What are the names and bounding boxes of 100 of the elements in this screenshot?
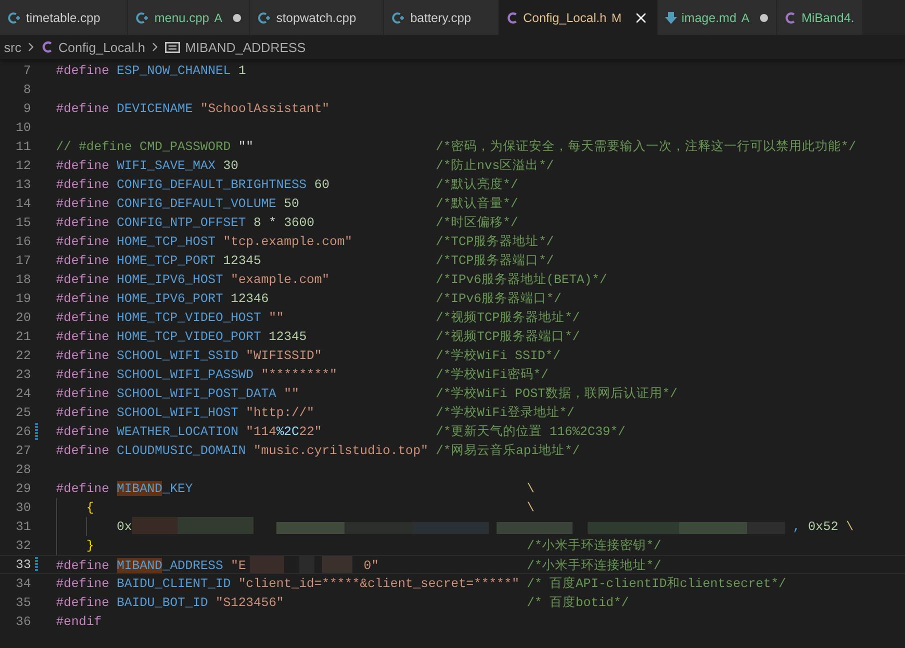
line-number: 17 bbox=[14, 252, 31, 270]
number-literal: 12346 bbox=[230, 291, 269, 306]
unsaved-dot-icon bbox=[233, 14, 242, 22]
code-comment: /*IPv6服务器地址(BETA)*/ bbox=[436, 272, 608, 287]
breadcrumb-item[interactable]: Config_Local.h bbox=[41, 40, 146, 54]
preprocessor-keyword: #define bbox=[56, 595, 110, 610]
macro-name: SCHOOL_WIFI_HOST bbox=[116, 405, 238, 420]
code-comment: /*学校WiFi SSID*/ bbox=[436, 348, 560, 363]
code-comment: /*TCP服务器端口*/ bbox=[436, 253, 554, 268]
preprocessor-keyword: #define bbox=[56, 234, 110, 249]
editor-tab[interactable]: menu.cpp A bbox=[128, 0, 250, 35]
code-comment: /*视频TCP服务器端口*/ bbox=[436, 329, 580, 344]
string-literal: "********" bbox=[261, 367, 338, 382]
number-literal: 12345 bbox=[268, 329, 307, 344]
macro-name: _KEY bbox=[162, 481, 193, 496]
tab-label: stopwatch.cpp bbox=[276, 10, 356, 24]
string-literal: "client_id=*****&client_secret=*****" bbox=[238, 576, 520, 591]
macro-name: HOME_TCP_VIDEO_HOST bbox=[116, 310, 262, 325]
number-literal: 0x52 bbox=[808, 519, 838, 534]
string-literal: "music.cyrilstudio.top" bbox=[254, 443, 428, 458]
code-comment: /*小米手环连接地址*/ bbox=[526, 558, 662, 573]
code-comment: /* 百度botid*/ bbox=[526, 595, 629, 610]
preprocessor-keyword: #define bbox=[56, 215, 110, 230]
tab-label: menu.cpp bbox=[154, 10, 210, 24]
number-literal: 3600 bbox=[284, 215, 314, 230]
cpp-file-icon bbox=[7, 10, 21, 24]
download-arrow-icon bbox=[664, 10, 677, 24]
tab-label: battery.cpp bbox=[410, 10, 472, 24]
code-comment: /*学校WiFi密码*/ bbox=[436, 367, 548, 382]
macro-name: SCHOOL_WIFI_PASSWD bbox=[116, 367, 254, 382]
macro-name: WIFI_SAVE_MAX bbox=[116, 158, 216, 173]
unsaved-dot-icon bbox=[760, 14, 768, 22]
macro-name: BAIDU_BOT_ID bbox=[116, 595, 208, 610]
string-literal: "114 bbox=[246, 424, 276, 439]
code-comment: /*默认音量*/ bbox=[436, 196, 518, 211]
line-continuation: \ bbox=[526, 481, 534, 496]
macro-name: CONFIG_NTP_OFFSET bbox=[116, 215, 246, 230]
editor-tab[interactable]: image.md A bbox=[658, 0, 778, 35]
preprocessor-keyword: #define bbox=[56, 405, 110, 420]
macro-name: HOME_TCP_HOST bbox=[116, 234, 216, 249]
line-number: 23 bbox=[14, 366, 31, 384]
line-number: 10 bbox=[14, 119, 31, 137]
macro-name: ESP_NOW_CHANNEL bbox=[116, 63, 231, 78]
code-comment: /*防止nvs区溢出*/ bbox=[436, 158, 554, 173]
line-number: 15 bbox=[14, 214, 31, 232]
editor-tab[interactable]: battery.cpp bbox=[384, 0, 500, 35]
string-literal: "S123456" bbox=[216, 595, 284, 610]
tab-label: MiBand4. bbox=[801, 10, 854, 24]
string-literal: 0" bbox=[364, 558, 379, 573]
line-number: 29 bbox=[14, 480, 31, 498]
line-number: 13 bbox=[14, 176, 31, 194]
code-comment: /*默认亮度*/ bbox=[436, 177, 518, 192]
preprocessor-keyword: #define bbox=[56, 272, 110, 287]
string-literal: "SchoolAssistant" bbox=[200, 101, 330, 116]
line-number: 16 bbox=[14, 233, 31, 251]
breadcrumb-item[interactable]: src bbox=[4, 40, 22, 54]
punctuation: , bbox=[792, 519, 800, 534]
macro-name: SCHOOL_WIFI_POST_DATA bbox=[116, 386, 276, 401]
line-number: 11 bbox=[14, 138, 31, 156]
symbol-icon bbox=[165, 42, 180, 52]
code-comment: /* 百度API-clientID和clientsecret*/ bbox=[526, 576, 786, 591]
code-comment: /*时区偏移*/ bbox=[436, 215, 518, 230]
highlighted-macro-name: MIBAND bbox=[116, 558, 162, 573]
code-comment: /*学校WiFi登录地址*/ bbox=[436, 405, 574, 420]
macro-name: DEVICENAME bbox=[116, 101, 193, 116]
line-number: 12 bbox=[14, 157, 31, 175]
macro-name: SCHOOL_WIFI_SSID bbox=[116, 348, 238, 363]
escape-sequence: %2C bbox=[276, 424, 300, 439]
line-number: 26 bbox=[14, 423, 31, 441]
preprocessor-keyword: #define bbox=[56, 558, 110, 573]
editor-tab[interactable]: MiBand4. bbox=[777, 0, 864, 35]
line-number: 32 bbox=[14, 537, 31, 555]
brace: { bbox=[86, 500, 94, 515]
cpp-file-icon bbox=[257, 10, 272, 24]
editor-tab[interactable]: stopwatch.cpp bbox=[250, 0, 384, 35]
editor-tab[interactable]: Config_Local.h M bbox=[499, 0, 658, 35]
breadcrumb-item[interactable]: MIBAND_ADDRESS bbox=[165, 40, 306, 54]
tab-label: image.md bbox=[682, 10, 736, 24]
line-number: 35 bbox=[14, 594, 31, 612]
line-number: 33 bbox=[14, 556, 31, 574]
preprocessor-keyword: #define bbox=[56, 63, 110, 78]
operator: * bbox=[268, 215, 276, 230]
editor-tab[interactable]: timetable.cpp bbox=[0, 0, 128, 35]
preprocessor-keyword: #define bbox=[56, 101, 110, 116]
macro-name: BAIDU_CLIENT_ID bbox=[116, 576, 231, 591]
code-comment: /*IPv6服务器端口*/ bbox=[436, 291, 562, 306]
preprocessor-keyword: #define bbox=[56, 348, 110, 363]
line-number: 7 bbox=[22, 62, 31, 80]
code-text: "" bbox=[238, 139, 254, 154]
preprocessor-keyword: #define bbox=[56, 253, 110, 268]
line-number: 36 bbox=[14, 613, 31, 631]
git-status-label: A bbox=[214, 10, 222, 24]
number-literal: 50 bbox=[284, 196, 300, 211]
number-literal: 8 bbox=[254, 215, 262, 230]
git-status-label: M bbox=[612, 10, 622, 24]
tab-label: timetable.cpp bbox=[26, 10, 100, 24]
line-number: 19 bbox=[14, 290, 31, 308]
c-file-icon bbox=[41, 40, 54, 54]
string-literal: "" bbox=[268, 310, 284, 325]
line-number: 25 bbox=[14, 404, 31, 422]
